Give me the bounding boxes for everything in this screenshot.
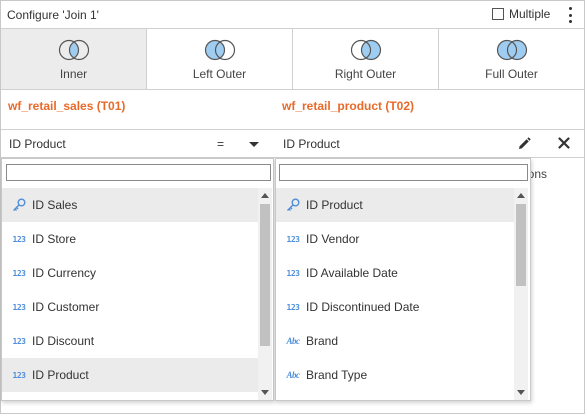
left-outer-join-icon — [204, 39, 235, 61]
list-item-label: ID Product — [32, 368, 89, 382]
join-condition-row: ID Product = ID Product — [1, 129, 584, 158]
left-table-name: wf_retail_sales (T01) — [8, 99, 126, 113]
list-item-label: ID Discontinued Date — [306, 300, 420, 314]
dialog-header: Configure 'Join 1' Multiple — [1, 1, 584, 29]
list-item[interactable]: ID Sales — [2, 188, 258, 222]
list-item-label: ID Sales — [32, 198, 78, 212]
pencil-icon[interactable] — [517, 137, 531, 154]
scroll-up-icon[interactable] — [261, 193, 269, 198]
join-type-left-outer[interactable]: Left Outer — [147, 29, 293, 89]
list-item[interactable]: Abc Brand Type — [276, 358, 514, 392]
operator-select[interactable]: = — [217, 137, 224, 151]
list-item[interactable]: 123 ID Vendor — [276, 222, 514, 256]
inner-join-icon — [58, 39, 89, 61]
right-field-select[interactable]: ID Product — [283, 137, 340, 151]
scroll-down-icon[interactable] — [261, 390, 269, 395]
multiple-toggle[interactable]: Multiple — [492, 7, 550, 21]
join-type-label: Right Outer — [334, 67, 397, 81]
list-item[interactable]: ID Product — [276, 188, 514, 222]
list-item-label: ID Currency — [32, 266, 97, 280]
chevron-down-icon[interactable] — [249, 142, 259, 147]
right-field-list: ID Product 123 ID Vendor 123 ID Availabl… — [276, 188, 514, 400]
multiple-label: Multiple — [509, 7, 551, 21]
right-table-name: wf_retail_product (T02) — [282, 99, 415, 113]
list-item-label: ID Discount — [32, 334, 95, 348]
dialog-title: Configure 'Join 1' — [7, 8, 99, 22]
key-icon — [11, 198, 27, 212]
join-type-label: Left Outer — [192, 67, 247, 81]
list-item[interactable]: Abc Brand — [276, 324, 514, 358]
list-item[interactable]: 123 ID Discount — [2, 324, 258, 358]
key-icon — [285, 198, 301, 212]
numeric-icon: 123 — [12, 234, 26, 244]
right-field-search-input[interactable] — [279, 164, 528, 181]
join-type-inner[interactable]: Inner — [1, 29, 147, 89]
left-field-select[interactable]: ID Product — [9, 137, 66, 151]
text-icon: Abc — [286, 370, 301, 380]
scrollbar-thumb[interactable] — [260, 204, 270, 346]
close-icon[interactable] — [558, 137, 570, 152]
list-item[interactable]: 123 ID Customer — [2, 290, 258, 324]
join-type-label: Full Outer — [485, 67, 538, 81]
list-item-label: Brand — [306, 334, 339, 348]
join-type-label: Inner — [59, 67, 88, 81]
list-item-label: ID Available Date — [306, 266, 398, 280]
numeric-icon: 123 — [12, 370, 26, 380]
text-icon: Abc — [286, 336, 301, 346]
list-item[interactable]: 123 ID Discontinued Date — [276, 290, 514, 324]
right-field-dropdown: ID Product 123 ID Vendor 123 ID Availabl… — [275, 158, 531, 401]
join-type-full-outer[interactable]: Full Outer — [439, 29, 584, 89]
list-item[interactable]: 123 ID Product — [2, 358, 258, 392]
scroll-down-icon[interactable] — [517, 390, 525, 395]
scroll-up-icon[interactable] — [517, 193, 525, 198]
list-item[interactable]: 123 ID Currency — [2, 256, 258, 290]
full-outer-join-icon — [496, 39, 527, 61]
left-field-list: ID Sales 123 ID Store 123 ID Currency 12… — [2, 188, 258, 400]
numeric-icon: 123 — [12, 302, 26, 312]
list-item[interactable]: 123 ID Store — [2, 222, 258, 256]
list-item-label: ID Vendor — [306, 232, 360, 246]
left-list-scrollbar[interactable] — [258, 188, 272, 400]
right-outer-join-icon — [350, 39, 381, 61]
numeric-icon: 123 — [12, 268, 26, 278]
scrollbar-thumb[interactable] — [516, 204, 526, 286]
list-item-label: ID Customer — [32, 300, 100, 314]
numeric-icon: 123 — [286, 234, 300, 244]
join-type-selector: Inner Left Outer Right Outer Full Outer — [1, 29, 584, 90]
right-list-scrollbar[interactable] — [514, 188, 528, 400]
list-item[interactable]: 123 ID Available Date — [276, 256, 514, 290]
list-item-label: ID Store — [32, 232, 77, 246]
numeric-icon: 123 — [286, 268, 300, 278]
more-options-icon[interactable] — [567, 7, 573, 23]
left-field-search-input[interactable] — [6, 164, 271, 181]
configure-join-dialog: Configure 'Join 1' Multiple Inner Left O… — [0, 0, 585, 414]
multiple-checkbox[interactable] — [492, 8, 504, 20]
left-field-dropdown: ID Sales 123 ID Store 123 ID Currency 12… — [1, 158, 274, 401]
numeric-icon: 123 — [12, 336, 26, 346]
list-item-label: ID Product — [306, 198, 363, 212]
numeric-icon: 123 — [286, 302, 300, 312]
join-type-right-outer[interactable]: Right Outer — [293, 29, 439, 89]
list-item-label: Brand Type — [306, 368, 368, 382]
